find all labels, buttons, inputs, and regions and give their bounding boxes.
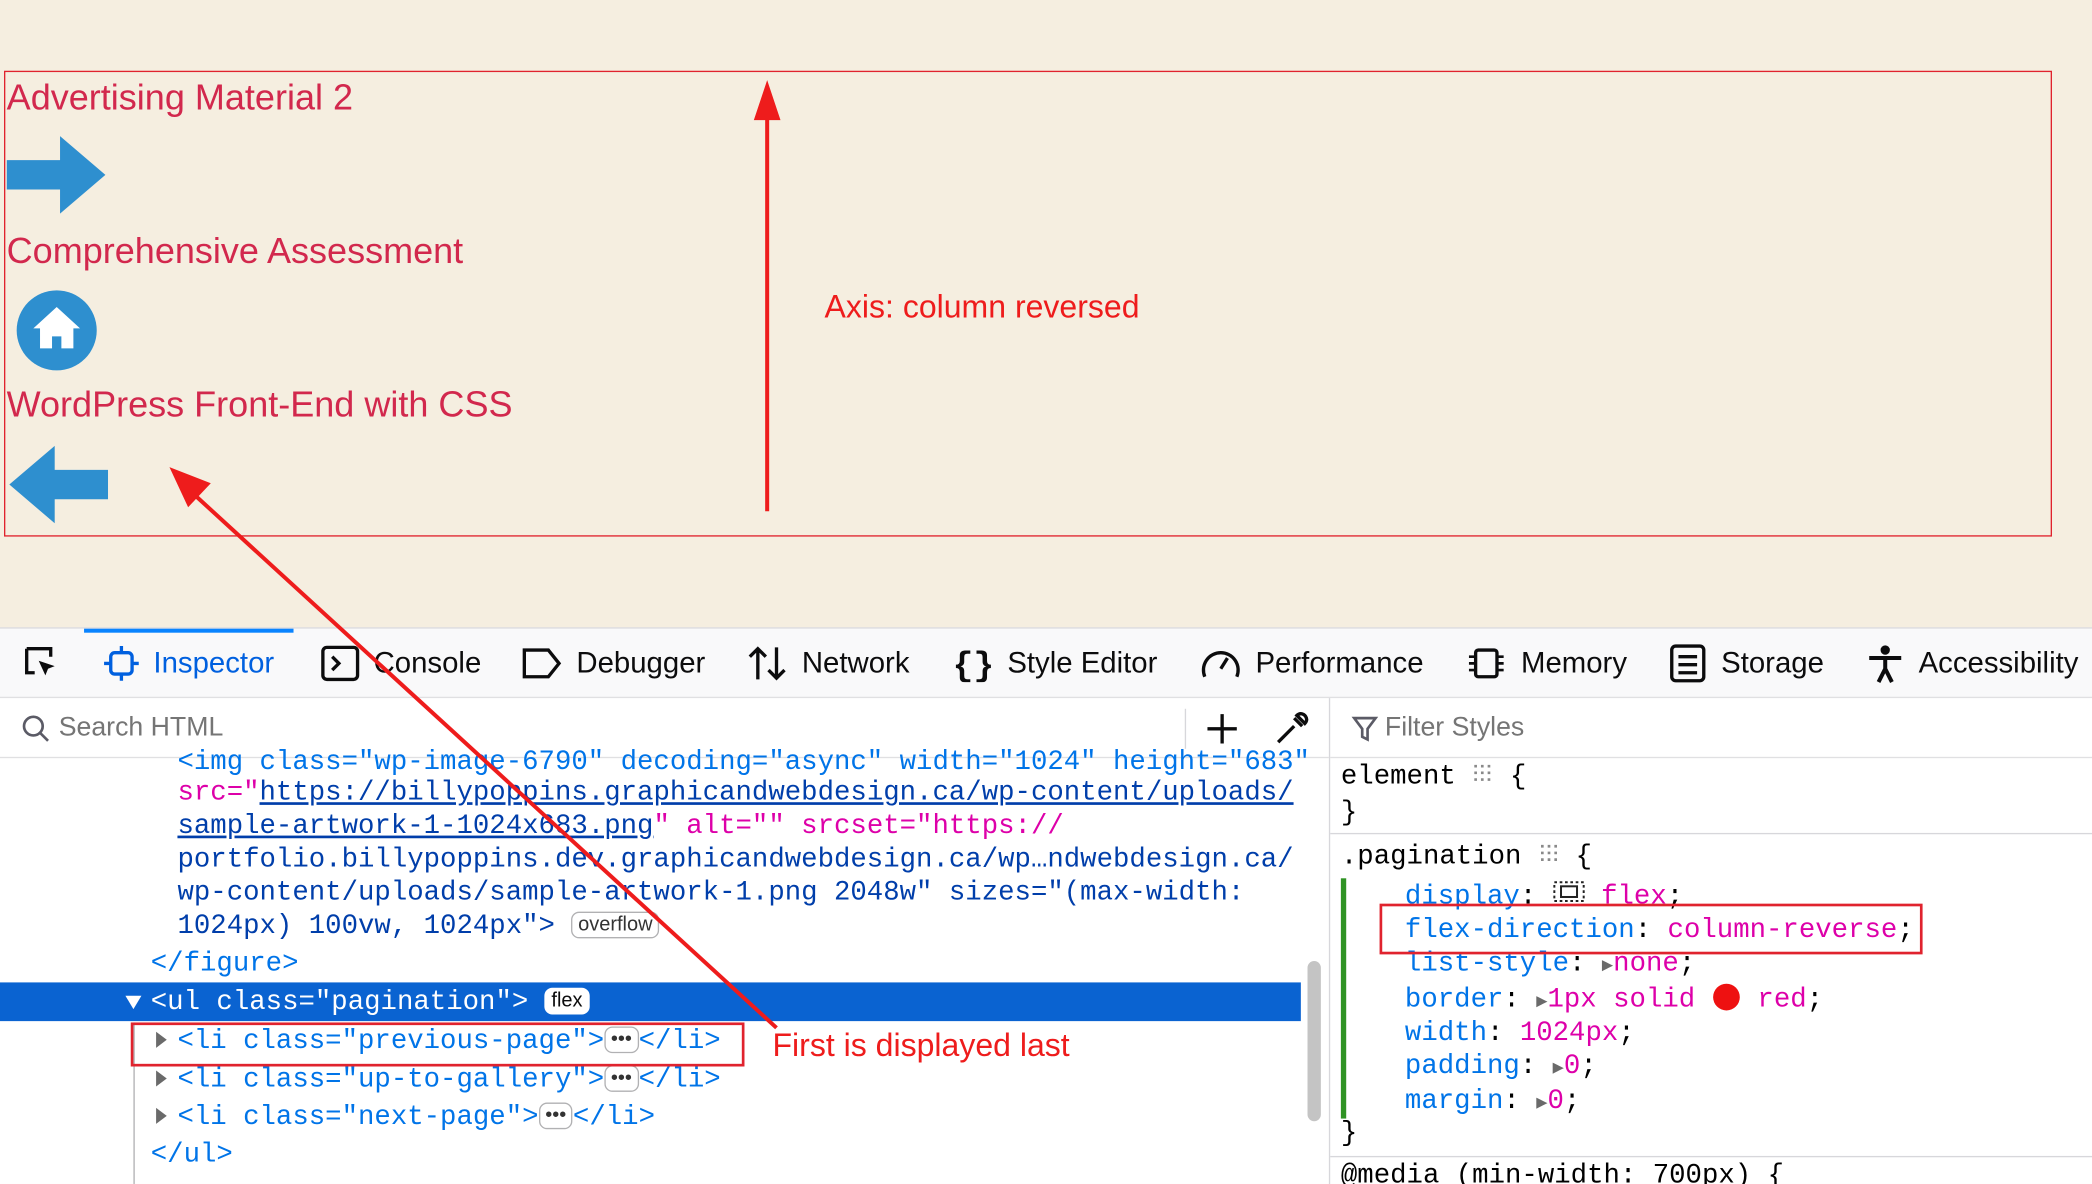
pointer-arrow-head bbox=[169, 467, 211, 508]
screenshot-stage: Advertising Material 2 Comprehensive Ass… bbox=[0, 0, 2092, 1184]
annotation-arrows bbox=[169, 80, 781, 1030]
axis-arrow-head bbox=[753, 80, 781, 121]
pointer-arrow-line bbox=[192, 492, 778, 1030]
